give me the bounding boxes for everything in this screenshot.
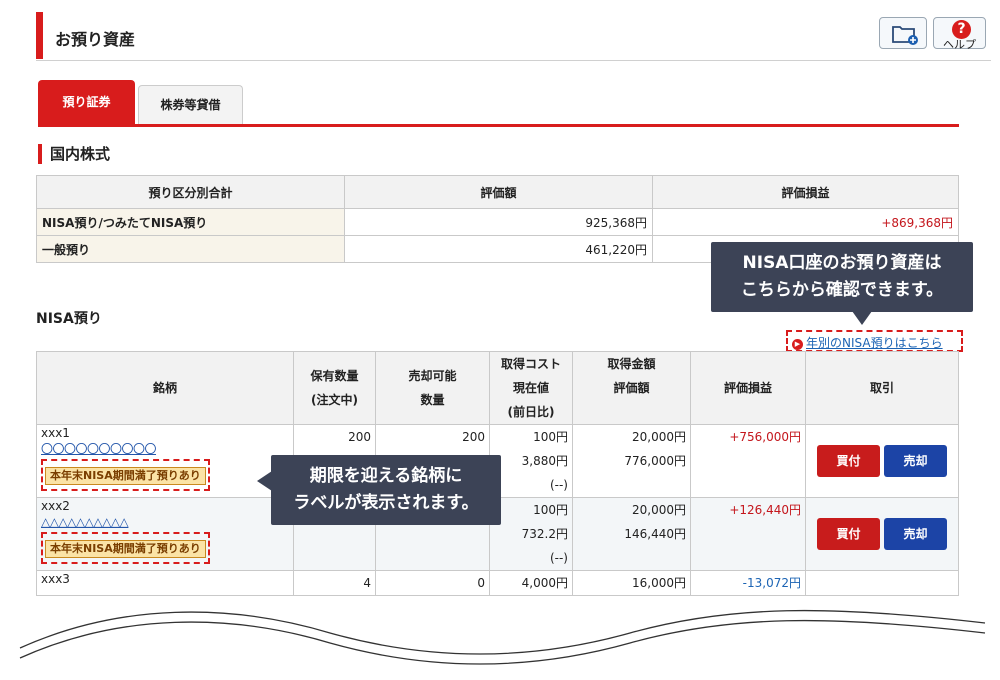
summary-row: NISA預り/つみたてNISA預り 925,368円 +869,368円 [36,208,959,236]
buy-button[interactable]: 買付 [817,445,880,477]
summary-value: 925,368円 [344,208,653,236]
folder-add-button[interactable] [879,17,927,49]
title-accent-bar [36,12,43,59]
summary-label: 一般預り [36,235,345,263]
col-header-trade: 取引 [805,351,959,425]
sell-button[interactable]: 売却 [884,445,947,477]
summary-header-row: 預り区分別合計 評価額 評価損益 [36,175,959,209]
tab-bar: 預り証券 株券等貸借 [38,80,959,127]
col-header-pnl: 評価損益 [690,351,806,425]
holding-name-link[interactable]: △△△△△△△△△△ [41,515,289,530]
col-header-qty: 保有数量 (注文中) [293,351,376,425]
tab-securities[interactable]: 預り証券 [38,80,135,124]
holding-code: xxx2 [41,499,70,513]
expiry-label: 本年末NISA期間満了預りあり [45,540,206,558]
summary-header-pnl: 評価損益 [652,175,959,209]
sell-button[interactable]: 売却 [884,518,947,550]
holding-name-cell: xxx2 △△△△△△△△△△ 本年末NISA期間満了預りあり [36,497,294,571]
callout-text: こちらから確認できます。 [740,280,944,300]
trade-cell: 買付 売却 [805,424,959,498]
holdings-header-row: 銘柄 保有数量 (注文中) 売却可能 数量 取得コスト 現在値 (前日比) 取得金額 評価… [36,351,959,425]
section-title: 国内株式 [38,144,110,164]
holding-cost-cell: 100円 3,880円 (--) [489,424,573,498]
page-header: お預り資産 ? ヘルプ [36,12,991,61]
callout-text: ラベルが表示されます。 [293,493,479,513]
holding-amount-cell: 16,000円 [572,570,691,596]
holding-pnl: +756,000円 [690,424,806,498]
summary-label: NISA預り/つみたてNISA預り [36,208,345,236]
expiry-label-highlight: 本年末NISA期間満了預りあり [41,459,210,491]
nisa-section-title: NISA預り [36,311,102,327]
holding-amount-cell: 20,000円 776,000円 [572,424,691,498]
holding-pnl: -13,072円 [690,570,806,596]
buy-button[interactable]: 買付 [817,518,880,550]
callout-nisa-link: NISA口座のお預り資産は こちらから確認できます。 [711,242,973,325]
holding-cost-cell: 100円 732.2円 (--) [489,497,573,571]
play-icon: ▶ [792,339,803,350]
trade-cell [805,570,959,596]
col-header-cost: 取得コスト 現在値 (前日比) [489,351,573,425]
summary-value: 461,220円 [344,235,653,263]
page-title: お預り資産 [55,30,136,49]
help-label: ヘルプ [943,38,976,51]
help-button[interactable]: ? ヘルプ [933,17,986,51]
holding-name-link[interactable]: 〇〇〇〇〇〇〇〇〇〇 [41,442,289,457]
holding-sellable: 0 [375,570,490,596]
holding-cost-cell: 4,000円 [489,570,573,596]
col-header-amount: 取得金額 評価額 [572,351,691,425]
callout-text: 期限を迎える銘柄に [309,466,463,486]
table-row: xxx3 4 0 4,000円 16,000円 -13,072円 [36,570,959,596]
col-header-sellable: 売却可能 数量 [375,351,490,425]
holding-amount-cell: 20,000円 146,440円 [572,497,691,571]
yearly-nisa-link[interactable]: ▶ 年別のNISA預りはこちら [786,330,963,352]
callout-expiry-label: 期限を迎える銘柄に ラベルが表示されます。 [257,455,501,525]
summary-pnl: +869,368円 [652,208,959,236]
page-cut-decoration [0,603,1000,680]
col-header-name: 銘柄 [36,351,294,425]
yearly-nisa-link-label: 年別のNISA預りはこちら [806,336,943,350]
expiry-label: 本年末NISA期間満了預りあり [45,467,206,485]
summary-header-value: 評価額 [344,175,653,209]
trade-cell: 買付 売却 [805,497,959,571]
folder-plus-icon [892,26,918,45]
callout-text: NISA口座のお預り資産は [742,253,942,273]
tab-stock-lending[interactable]: 株券等貸借 [138,85,243,124]
holding-name-cell: xxx1 〇〇〇〇〇〇〇〇〇〇 本年末NISA期間満了預りあり [36,424,294,498]
holding-code: xxx3 [41,572,70,586]
holding-pnl: +126,440円 [690,497,806,571]
expiry-label-highlight: 本年末NISA期間満了預りあり [41,532,210,564]
holding-code: xxx1 [41,426,70,440]
wavy-cut-line [19,609,986,665]
summary-header-category: 預り区分別合計 [36,175,345,209]
holding-qty: 4 [293,570,376,596]
holding-name-cell: xxx3 [36,570,294,596]
